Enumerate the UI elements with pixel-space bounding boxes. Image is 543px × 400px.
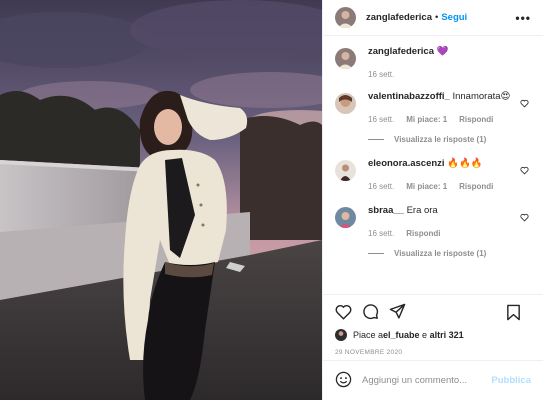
list-item: eleonora.ascenzi 🔥🔥🔥 16 sett. Mi piace: … <box>335 158 531 191</box>
separator-dot: • <box>435 12 439 23</box>
view-replies-label: Visualizza le risposte (1) <box>394 249 487 258</box>
emoji-icon[interactable] <box>335 371 352 391</box>
comment-username[interactable]: valentinabazzoffi_ <box>368 91 450 102</box>
comment-time[interactable]: 16 sett. <box>368 182 394 191</box>
post-photo[interactable] <box>0 0 322 400</box>
likes-others[interactable]: altri 321 <box>430 330 464 340</box>
comment-username[interactable]: eleonora.ascenzi <box>368 158 445 169</box>
post-dialog: zanglafederica • Segui ••• zanglafederic… <box>0 0 543 400</box>
list-item: valentinabazzoffi_ Innamorata😍 16 sett. … <box>335 91 531 124</box>
divider <box>368 253 384 254</box>
avatar[interactable] <box>335 93 356 114</box>
comments-list: zanglafederica 💜 16 sett. valentinabazzo… <box>323 36 543 294</box>
heart-icon[interactable] <box>335 304 362 323</box>
comment-time[interactable]: 16 sett. <box>368 229 394 238</box>
heart-icon[interactable] <box>520 166 529 177</box>
comment-likes[interactable]: Mi piace: 1 <box>406 182 447 191</box>
comment-time[interactable]: 16 sett. <box>368 115 394 124</box>
avatar[interactable] <box>335 160 356 181</box>
likes-user[interactable]: el_fuabe <box>383 330 420 340</box>
comment-text: Era ora <box>406 205 438 216</box>
follow-button[interactable]: Segui <box>441 12 467 23</box>
post-actions: Piace a el_fuabe e altri 321 29 NOVEMBRE… <box>323 294 543 360</box>
more-icon[interactable]: ••• <box>515 11 531 25</box>
caption-username[interactable]: zanglafederica <box>368 46 434 57</box>
add-comment-bar: Aggiungi un commento... Pubblica <box>323 360 543 400</box>
comment-username[interactable]: sbraa__ <box>368 205 404 216</box>
share-icon[interactable] <box>389 303 416 323</box>
bookmark-icon[interactable] <box>506 304 531 324</box>
likes-prefix: Piace a <box>353 330 384 340</box>
caption-time[interactable]: 16 sett. <box>368 70 394 79</box>
avatar[interactable] <box>335 48 356 69</box>
divider <box>368 139 384 140</box>
post-header: zanglafederica • Segui ••• <box>323 0 543 36</box>
list-item: sbraa__ Era ora 16 sett. Rispondi <box>335 205 531 238</box>
caption-text: 💜 <box>436 46 449 57</box>
heart-icon[interactable] <box>520 99 529 110</box>
comment-text: 🔥🔥🔥 <box>447 158 483 169</box>
view-replies-label: Visualizza le risposte (1) <box>394 135 487 144</box>
likes-summary: Piace a el_fuabe e altri 321 <box>335 329 531 341</box>
avatar[interactable] <box>335 329 347 341</box>
post-side-panel: zanglafederica • Segui ••• zanglafederic… <box>322 0 543 400</box>
avatar[interactable] <box>335 7 356 28</box>
comment-text: Innamorata😍 <box>452 91 511 102</box>
view-replies-button[interactable]: Visualizza le risposte (1) <box>368 135 531 144</box>
reply-button[interactable]: Rispondi <box>459 115 493 124</box>
comment-input[interactable]: Aggiungi un commento... <box>362 375 491 386</box>
comment-likes[interactable]: Mi piace: 1 <box>406 115 447 124</box>
likes-middle: e <box>419 330 430 340</box>
reply-button[interactable]: Rispondi <box>459 182 493 191</box>
heart-icon[interactable] <box>520 213 529 224</box>
avatar[interactable] <box>335 207 356 228</box>
post-date[interactable]: 29 NOVEMBRE 2020 <box>335 349 531 356</box>
header-username[interactable]: zanglafederica <box>366 12 432 23</box>
view-replies-button[interactable]: Visualizza le risposte (1) <box>368 249 531 258</box>
reply-button[interactable]: Rispondi <box>406 229 440 238</box>
comment-icon[interactable] <box>362 303 389 323</box>
caption: zanglafederica 💜 16 sett. <box>335 46 531 79</box>
publish-button[interactable]: Pubblica <box>491 375 531 386</box>
